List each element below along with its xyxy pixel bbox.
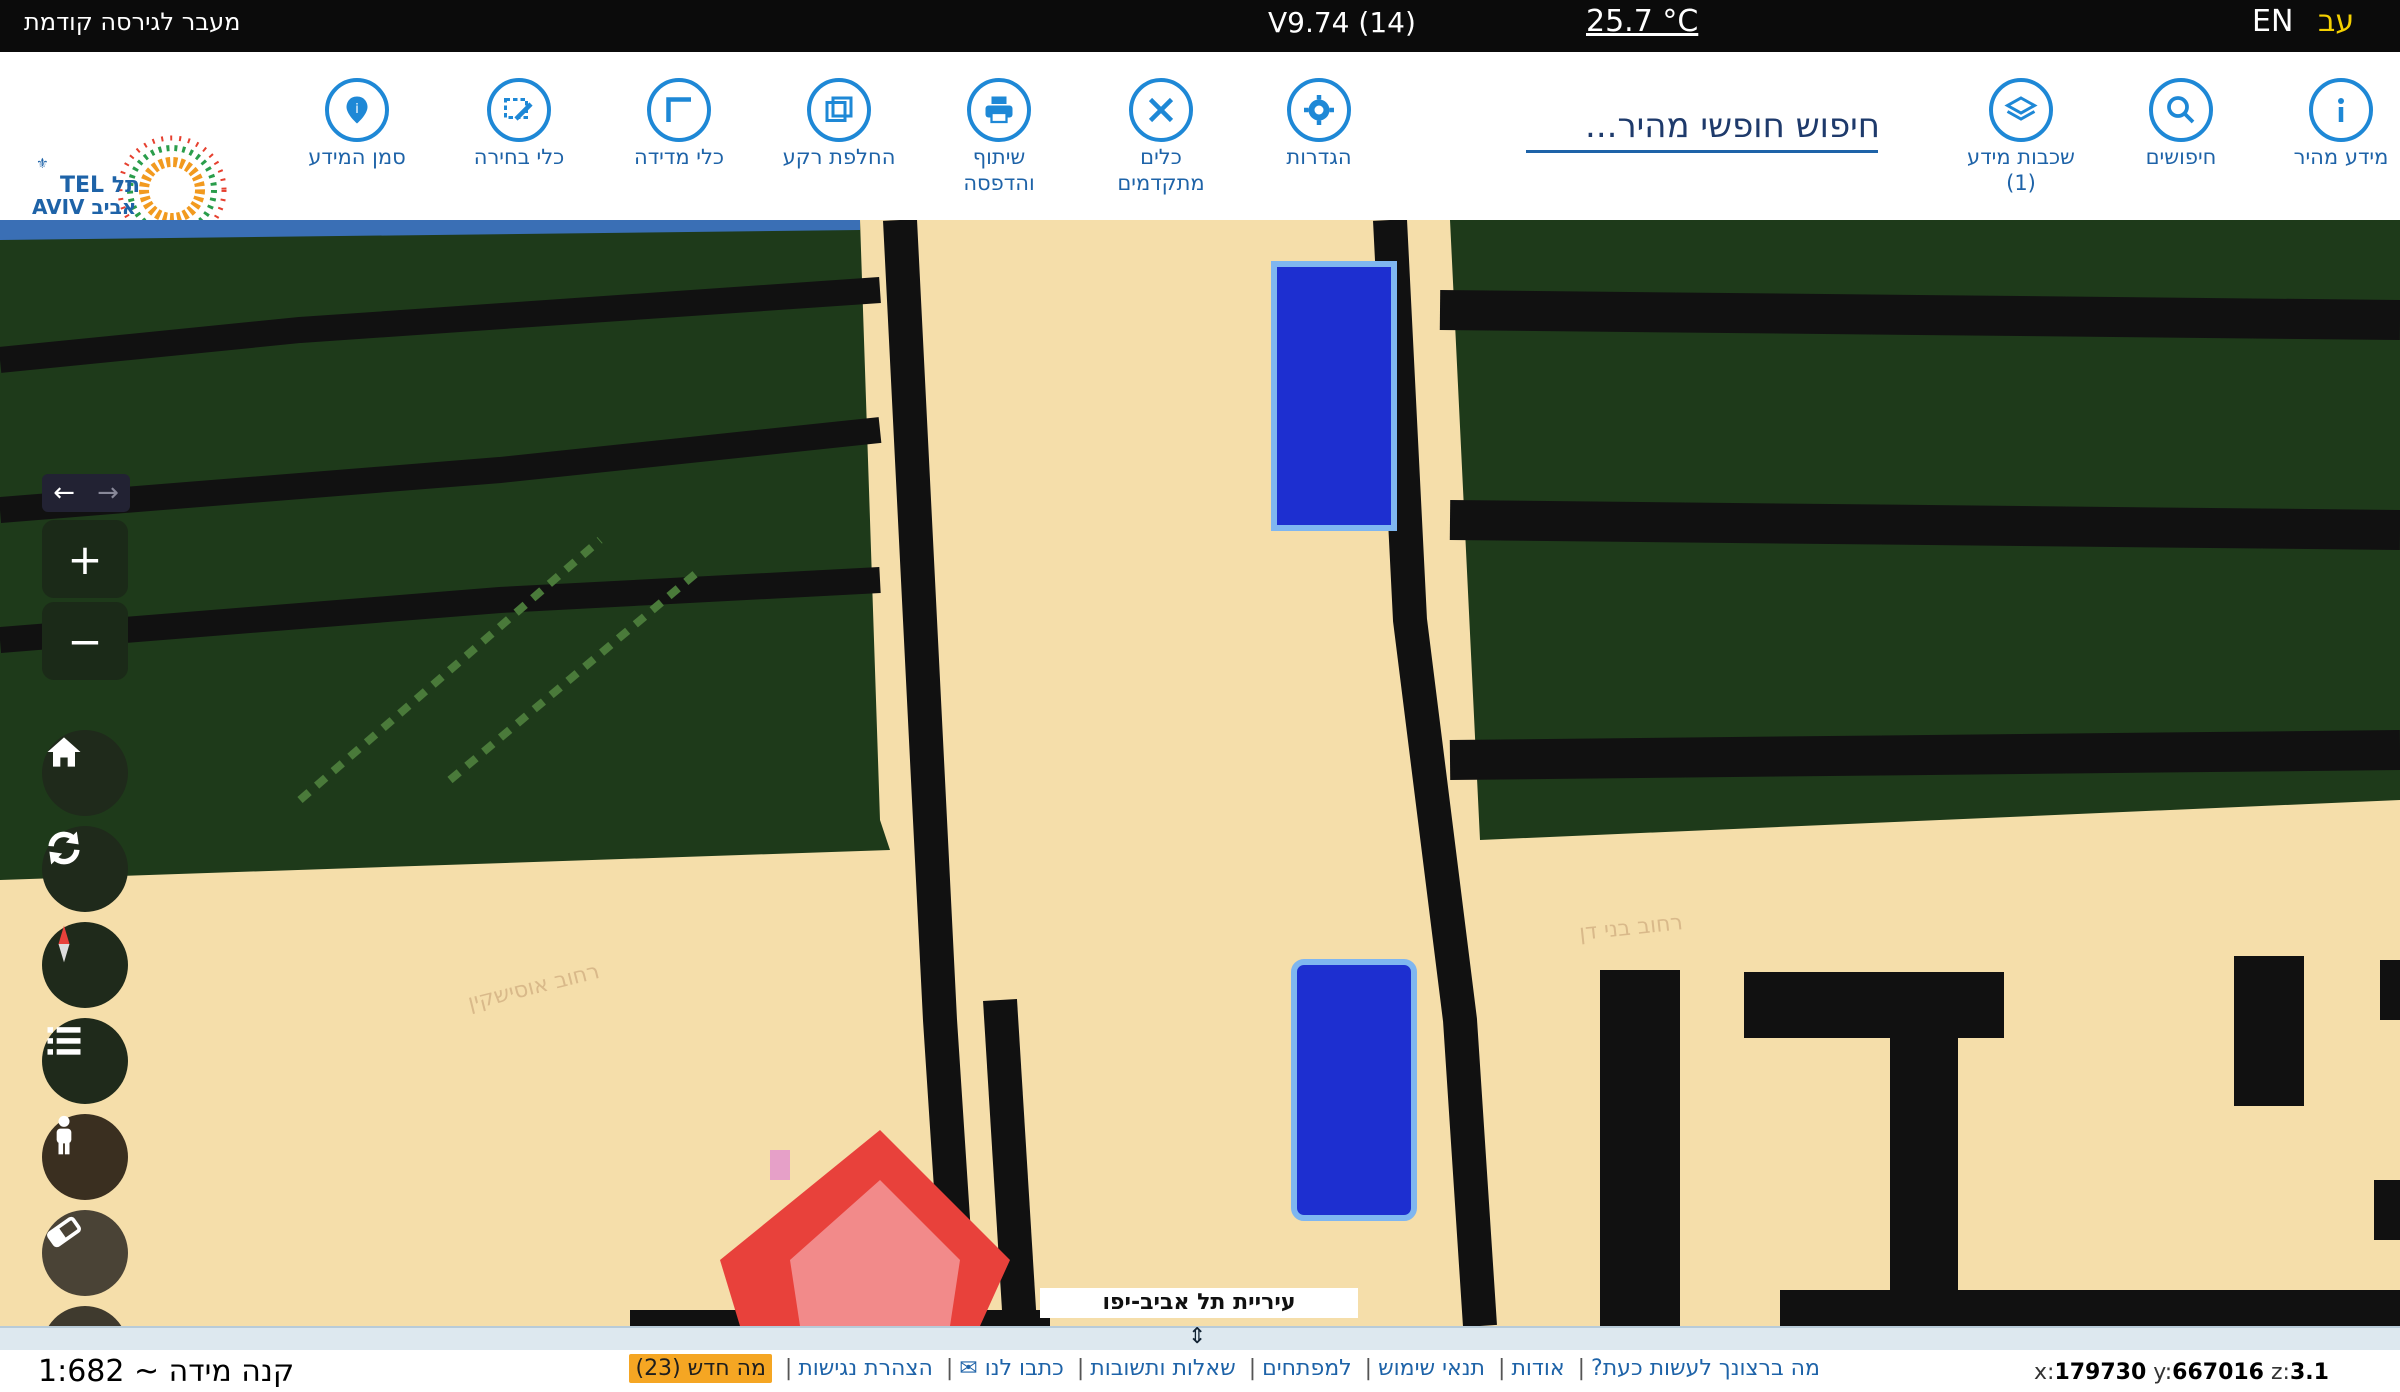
svg-text:AVIV אביב: AVIV אביב (32, 195, 136, 219)
back-arrow-icon[interactable]: ← (42, 474, 86, 512)
svg-text:i: i (355, 101, 359, 117)
street-view-button[interactable] (42, 1114, 128, 1200)
tool-label: מידע מהיר (2293, 145, 2389, 169)
print-icon (967, 78, 1031, 142)
footer: קנה מידה ~ 1:682 מה ברצונך לעשות כעת?| א… (0, 1350, 2400, 1392)
footer-link-contact[interactable]: כתבו לנו ✉ (959, 1356, 1064, 1381)
layers-icon (1989, 78, 2053, 142)
tool-measure[interactable]: כלי מדידה (604, 78, 754, 170)
tool-info-marker[interactable]: i סמן המידע (282, 78, 432, 170)
tool-basemap[interactable]: החלפת רקע (764, 78, 914, 170)
refresh-icon (48, 831, 80, 865)
version-label: V9.74 (14) (1268, 6, 1416, 39)
tool-searches[interactable]: חיפושים (2106, 78, 2256, 170)
gear-icon (1287, 78, 1351, 142)
tool-label: כלי מדידה (633, 145, 725, 169)
tool-layers[interactable]: שכבות מידע (1) (1946, 78, 2096, 196)
map-credit: עיריית תל אביב-יפו (1040, 1288, 1358, 1318)
tool-sublabel: (1) (2006, 171, 2036, 195)
tool-sublabel: והדפסה (963, 171, 1035, 195)
quick-search (1526, 100, 1882, 153)
tool-advanced[interactable]: כלים מתקדמים (1086, 78, 1236, 196)
top-bar: מעבר לגירסה קודמת V9.74 (14) 25.7 °C EN … (0, 0, 2400, 52)
tool-settings[interactable]: הגדרות (1244, 78, 1394, 170)
ruler-icon (647, 78, 711, 142)
temperature-link[interactable]: 25.7 °C (1586, 4, 1698, 39)
footer-link-about[interactable]: אודות (1511, 1356, 1564, 1381)
tool-label: שיתוף (972, 145, 1026, 169)
footer-links: מה ברצונך לעשות כעת?| אודות| תנאי שימוש|… (580, 1354, 1820, 1383)
footer-link-accessibility[interactable]: הצהרת נגישות (798, 1356, 933, 1381)
footer-link-what-to-do[interactable]: מה ברצונך לעשות כעת? (1591, 1356, 1820, 1381)
map-canvas: רחוב אוסישקין רחוב בני דן (0, 220, 2400, 1326)
home-button[interactable] (42, 730, 128, 816)
footer-link-developers[interactable]: למפתחים (1262, 1356, 1352, 1381)
scale-label: קנה מידה ~ 1:682 (38, 1354, 295, 1389)
footer-link-faq[interactable]: שאלות ותשובות (1090, 1356, 1235, 1381)
map-view[interactable]: רחוב אוסישקין רחוב בני דן ← → + − עיריית… (0, 220, 2400, 1326)
zoom-out-button[interactable]: − (42, 602, 128, 680)
legend-button[interactable] (42, 1018, 128, 1104)
select-icon (487, 78, 551, 142)
forward-arrow-icon[interactable]: → (86, 474, 130, 512)
tool-label: החלפת רקע (782, 145, 896, 169)
resize-handle-icon[interactable]: ⇕ (1188, 1324, 1206, 1349)
tool-quick-info[interactable]: מידע מהיר (2266, 78, 2400, 170)
basemap-icon (807, 78, 871, 142)
zoom-in-button[interactable]: + (42, 520, 128, 598)
eraser-button[interactable] (42, 1210, 128, 1296)
tool-sublabel: מתקדמים (1117, 171, 1205, 195)
street-label: רחוב בני דן (1578, 910, 1684, 946)
tool-share-print[interactable]: שיתוף והדפסה (924, 78, 1074, 196)
pin-icon: i (325, 78, 389, 142)
panel-splitter[interactable]: ⇕ (0, 1324, 2400, 1352)
tool-select[interactable]: כלי בחירה (444, 78, 594, 170)
whats-new-badge[interactable]: מה חדש (23) (629, 1354, 772, 1383)
tools-icon (1129, 78, 1193, 142)
home-icon (47, 737, 81, 767)
tool-label: חיפושים (2145, 145, 2217, 169)
refresh-button[interactable] (42, 826, 128, 912)
person-icon (56, 1115, 72, 1155)
coordinates-readout: x:179730 y:667016 z:3.1 (2034, 1360, 2329, 1385)
search-icon (2149, 78, 2213, 142)
tool-label: הגדרות (1286, 145, 1352, 169)
svg-text:⚜: ⚜ (36, 156, 49, 172)
previous-version-link[interactable]: מעבר לגירסה קודמת (24, 8, 240, 36)
tool-label: סמן המידע (308, 145, 406, 169)
tool-label: כלי בחירה (473, 145, 565, 169)
language-he-button[interactable]: עב (2318, 4, 2354, 39)
history-arrows: ← → (42, 474, 130, 512)
tool-label: שכבות מידע (1967, 145, 2075, 169)
compass-icon (58, 925, 70, 963)
eraser-icon (47, 1216, 81, 1248)
location-marker[interactable] (720, 1130, 1010, 1326)
search-input[interactable] (1526, 100, 1882, 152)
language-en-button[interactable]: EN (2252, 4, 2293, 39)
compass-button[interactable] (42, 922, 128, 1008)
footer-link-terms[interactable]: תנאי שימוש (1378, 1356, 1485, 1381)
toolbar: ⚜ TEL תל AVIV אביב YAFO יפו מידע מהיר חי… (0, 52, 2400, 245)
list-icon (47, 1027, 81, 1055)
tool-label: כלים (1140, 145, 1182, 169)
street-label: רחוב אוסישקין (465, 959, 602, 1016)
info-icon (2309, 78, 2373, 142)
